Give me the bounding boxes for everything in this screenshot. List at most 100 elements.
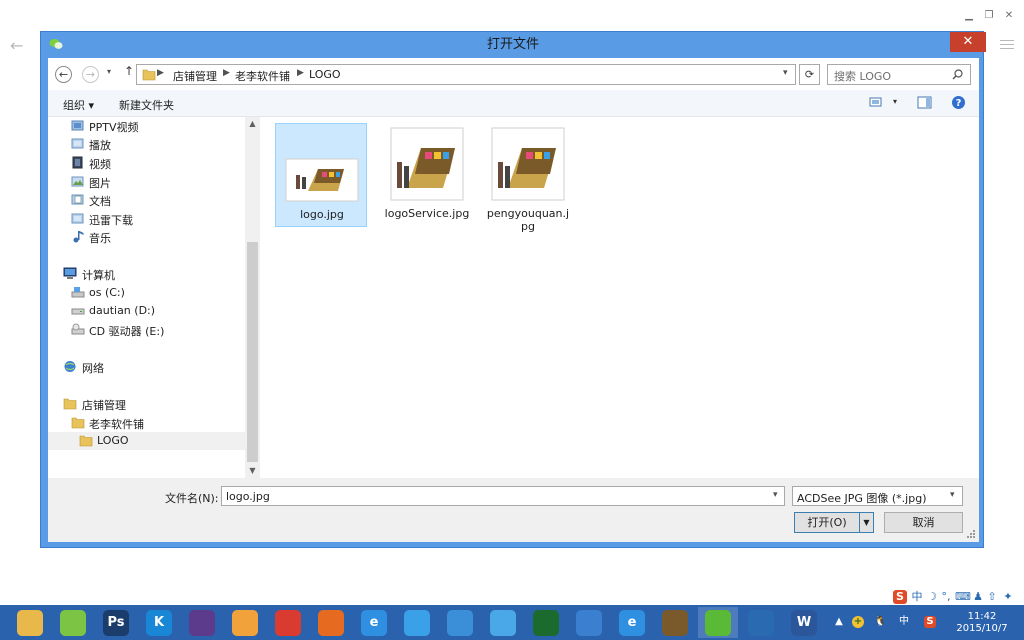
nav-item-drive-e[interactable]: CD 驱动器 (E:) (48, 321, 245, 339)
recent-locations-dropdown[interactable]: ▾ (107, 67, 111, 76)
nav-item-folder-store[interactable]: 店铺管理 (48, 395, 245, 413)
taskbar-button[interactable] (10, 607, 50, 638)
open-dropdown-button[interactable]: ▼ (859, 512, 874, 533)
scroll-up-arrow[interactable]: ▲ (245, 117, 260, 131)
navigation-bar: ← → ▾ ↑ ▶ 店铺管理 ▶ 老李软件铺 ▶ LOGO ▾ ⟳ 搜索 LOG… (48, 58, 979, 90)
show-hidden-icons[interactable]: ▲ (833, 616, 845, 628)
close-button[interactable]: ✕ (950, 32, 986, 52)
keyboard-icon[interactable]: ⌨ (955, 590, 971, 604)
taskbar-button[interactable] (311, 607, 351, 638)
up-button[interactable]: ↑ (124, 64, 134, 78)
nav-item-documents[interactable]: 文档 (48, 191, 245, 209)
taskbar-button[interactable] (741, 607, 781, 638)
sogou-tray-icon[interactable]: S (924, 616, 936, 628)
punctuation-icon[interactable]: °, (939, 590, 953, 604)
search-icon[interactable] (952, 69, 963, 80)
photoshop-icon: Ps (103, 610, 129, 636)
search-input[interactable]: 搜索 LOGO (827, 64, 971, 85)
taskbar-button[interactable] (53, 607, 93, 638)
back-button[interactable]: ← (55, 66, 72, 83)
nav-item-play[interactable]: 播放 (48, 135, 245, 153)
close-window-icon[interactable]: ✕ (1000, 8, 1018, 24)
taskbar-button[interactable] (483, 607, 523, 638)
tray-app-icon[interactable]: + (852, 616, 864, 628)
address-bar[interactable]: ▶ 店铺管理 ▶ 老李软件铺 ▶ LOGO ▾ (136, 64, 796, 85)
skin-icon[interactable]: ♟ (971, 590, 985, 604)
sogou-logo-icon[interactable]: S (893, 590, 907, 604)
taskbar-button[interactable] (655, 607, 695, 638)
taskbar-button[interactable]: W (784, 607, 824, 638)
nav-item-folder-logo[interactable]: LOGO (48, 432, 245, 450)
organize-button[interactable]: 组织 ▾ (63, 97, 94, 113)
resize-grip-icon[interactable] (966, 529, 976, 539)
address-history-dropdown[interactable]: ▾ (783, 68, 788, 78)
qq-tray-icon[interactable]: 🐧 (874, 616, 886, 628)
cancel-button[interactable]: 取消 (884, 512, 963, 533)
scroll-down-arrow[interactable]: ▼ (245, 464, 260, 478)
shirt-icon[interactable]: ⇧ (985, 590, 999, 604)
nav-item-videos[interactable]: 视频 (48, 154, 245, 172)
ime-mode[interactable]: 中 (910, 590, 924, 604)
filetype-value: ACDSee JPG 图像 (*.jpg) (797, 492, 927, 505)
minimize-icon[interactable]: ▁ (960, 8, 978, 24)
filename-dropdown-arrow[interactable]: ▾ (773, 490, 778, 500)
file-name: logoService.jpg (384, 207, 470, 220)
hamburger-menu-icon[interactable] (1000, 40, 1014, 52)
nav-item-drive-d[interactable]: dautian (D:) (48, 302, 245, 320)
refresh-button[interactable]: ⟳ (799, 64, 820, 85)
nav-item-xunlei[interactable]: 迅雷下载 (48, 210, 245, 228)
filetype-select[interactable]: ACDSee JPG 图像 (*.jpg) ▾ (792, 486, 963, 506)
input-method-indicator[interactable]: 中 (898, 616, 910, 628)
nav-item-computer[interactable]: 计算机 (48, 265, 245, 283)
taskbar-button[interactable]: e (612, 607, 652, 638)
video-library-icon (71, 120, 84, 131)
taskbar-button[interactable] (698, 607, 738, 638)
baidu-cloud-icon (447, 610, 473, 636)
nav-item-music[interactable]: 音乐 (48, 228, 245, 246)
system-clock[interactable]: 11:42 2015/10/7 (950, 611, 1014, 635)
breadcrumb-item[interactable]: 老李软件铺 (235, 68, 290, 84)
file-item[interactable]: logoService.jpg (381, 123, 473, 227)
nav-item-pptv[interactable]: PPTV视频 (48, 117, 245, 135)
taskbar-button[interactable] (526, 607, 566, 638)
back-arrow-icon[interactable]: ← (10, 38, 26, 54)
view-dropdown[interactable]: ▾ (893, 97, 897, 106)
taskbar-button[interactable] (268, 607, 308, 638)
file-list: logo.jpg logoService.jpg pengyouquan.jpg (261, 117, 979, 478)
open-button[interactable]: 打开(O) (794, 512, 860, 533)
file-item[interactable]: logo.jpg (275, 123, 367, 227)
taskbar-button[interactable]: K (139, 607, 179, 638)
taskbar-button[interactable]: Ps (96, 607, 136, 638)
breadcrumb-item[interactable]: 店铺管理 (173, 68, 217, 84)
new-folder-button[interactable]: 新建文件夹 (119, 97, 174, 113)
nav-scrollbar[interactable]: ▲ ▼ (245, 117, 260, 478)
restore-icon[interactable]: ❐ (980, 8, 998, 24)
taskbar-button[interactable] (397, 607, 437, 638)
toolbox-icon[interactable]: ✦ (1001, 590, 1015, 604)
ime-toolbar: S 中 ☽ °, ⌨ ♟ ⇧ ✦ (893, 588, 1023, 606)
taskbar-button[interactable] (225, 607, 265, 638)
nav-item-label: PPTV视频 (89, 121, 139, 134)
nav-item-folder-laoli[interactable]: 老李软件铺 (48, 414, 245, 432)
pen-app-icon (576, 610, 602, 636)
forward-button[interactable]: → (82, 66, 99, 83)
wechat-icon (705, 610, 731, 636)
view-options-icon[interactable] (869, 96, 883, 108)
taskbar-button[interactable] (182, 607, 222, 638)
taskbar-button[interactable]: e (354, 607, 394, 638)
file-item[interactable]: pengyouquan.jpg (482, 123, 574, 233)
moon-icon[interactable]: ☽ (925, 590, 939, 604)
preview-pane-icon[interactable] (917, 96, 932, 109)
breadcrumb-item[interactable]: LOGO (309, 68, 341, 81)
filename-input[interactable]: logo.jpg ▾ (221, 486, 785, 506)
taskbar-button[interactable] (440, 607, 480, 638)
help-icon[interactable]: ? (951, 95, 966, 110)
svg-text:?: ? (956, 98, 962, 109)
taskbar-button[interactable] (569, 607, 609, 638)
filetype-dropdown-arrow[interactable]: ▾ (950, 490, 955, 500)
scroll-thumb[interactable] (247, 242, 258, 462)
nav-item-drive-c[interactable]: os (C:) (48, 284, 245, 302)
nav-item-network[interactable]: 网络 (48, 358, 245, 376)
nav-item-pictures[interactable]: 图片 (48, 173, 245, 191)
nav-item-label: dautian (D:) (89, 304, 156, 317)
